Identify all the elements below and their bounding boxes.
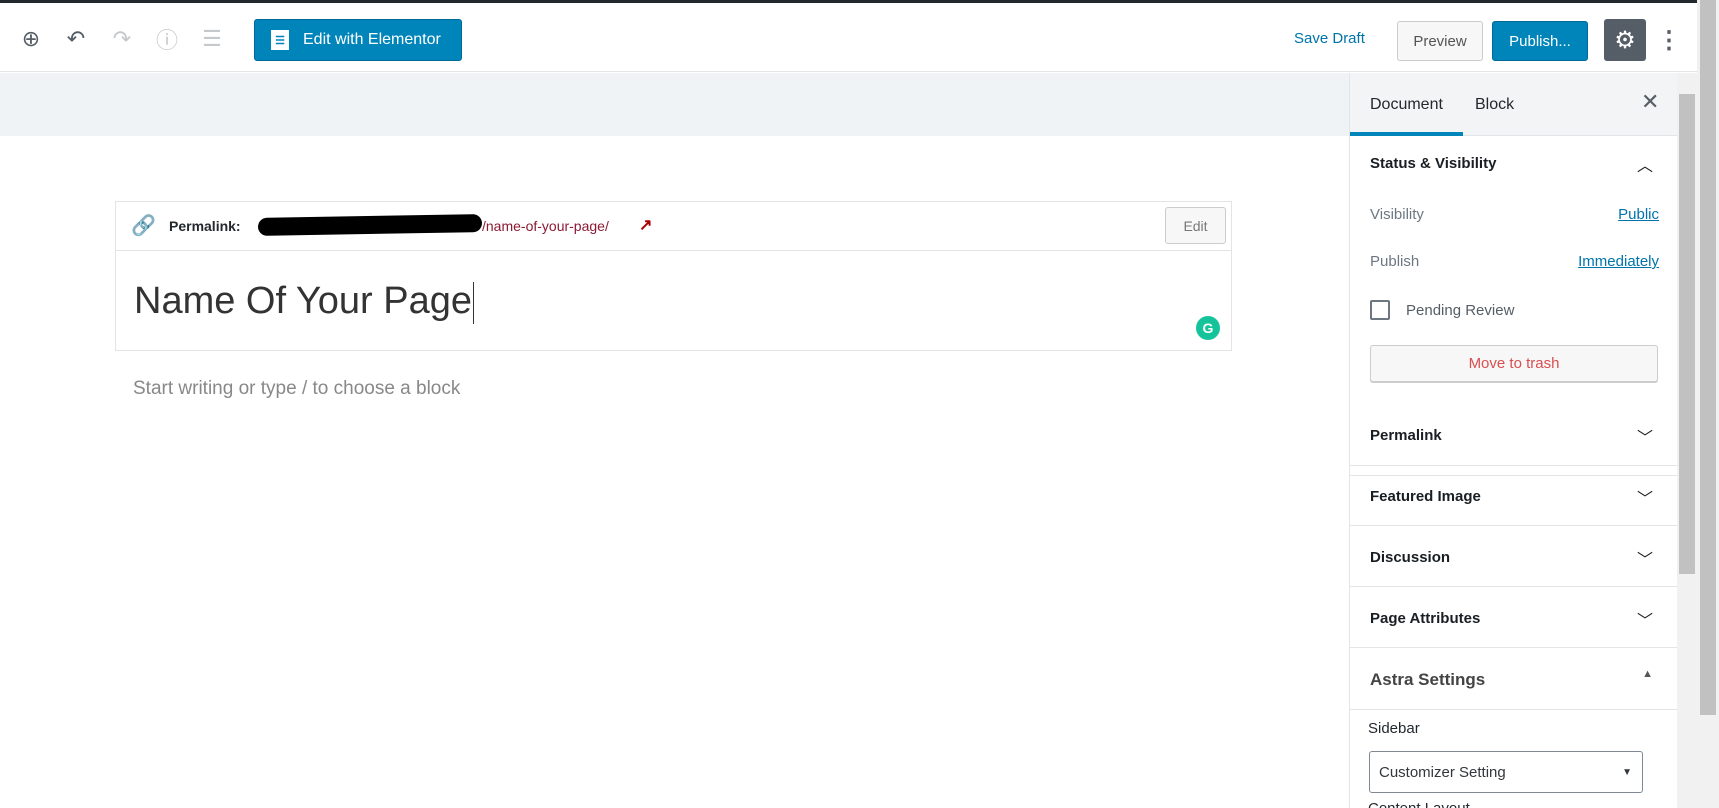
sidebar-setting-label: Sidebar	[1368, 720, 1420, 737]
panel-title: Page Attributes	[1370, 610, 1481, 627]
visibility-link[interactable]: Public	[1618, 206, 1659, 223]
permalink-label: Permalink:	[169, 218, 241, 234]
panel-title: Permalink	[1370, 427, 1442, 444]
publish-label: Publish	[1370, 253, 1420, 270]
link-icon: 🔗	[131, 215, 156, 237]
redacted-domain	[257, 214, 483, 236]
elementor-label: Edit with Elementor	[303, 31, 441, 48]
close-icon[interactable]: ✕	[1641, 89, 1659, 115]
edit-permalink-button[interactable]: Edit	[1165, 207, 1226, 244]
sidebar-scrollbar-thumb[interactable]	[1679, 94, 1695, 574]
panel-page-attributes[interactable]: Page Attributes ﹀	[1350, 587, 1677, 648]
permalink-url[interactable]: /name-of-your-page/	[482, 218, 609, 234]
sidebar-layout-select[interactable]: Customizer Setting ▼	[1369, 751, 1643, 793]
tab-document[interactable]: Document	[1350, 73, 1463, 136]
panel-astra-settings[interactable]: Astra Settings ▲	[1350, 648, 1677, 710]
save-draft-button[interactable]: Save Draft	[1294, 30, 1365, 47]
undo-icon[interactable]: ↶	[62, 25, 90, 53]
block-placeholder[interactable]: Start writing or type / to choose a bloc…	[133, 378, 460, 400]
add-block-icon[interactable]: ⊕	[17, 25, 45, 53]
panel-title: Discussion	[1370, 549, 1451, 566]
panel-permalink[interactable]: Permalink ﹀	[1350, 404, 1677, 466]
elementor-icon: ☰	[271, 30, 289, 50]
editor-header-band	[0, 73, 1349, 136]
title-block: 🔗 Permalink: /name-of-your-page/ ↗ Edit …	[115, 201, 1232, 351]
sidebar-tabs: Document Block ✕	[1350, 73, 1677, 136]
chevron-down-icon: ﹀	[1636, 613, 1653, 630]
external-link-icon[interactable]: ↗	[639, 215, 652, 235]
edit-with-elementor-button[interactable]: ☰ Edit with Elementor	[254, 19, 462, 61]
editor-toolbar: ⊕ ↶ ↷ ⓘ ☰ ☰ Edit with Elementor Save Dra…	[0, 3, 1697, 72]
move-to-trash-button[interactable]: Move to trash	[1370, 345, 1658, 382]
publish-date-link[interactable]: Immediately	[1578, 253, 1659, 270]
permalink-row: 🔗 Permalink: /name-of-your-page/ ↗ Edit	[116, 202, 1231, 251]
chevron-up-icon[interactable]: ︿	[1637, 152, 1653, 176]
page-scrollbar-thumb[interactable]	[1700, 0, 1716, 715]
chevron-down-icon: ﹀	[1636, 552, 1653, 569]
settings-gear-icon[interactable]: ⚙	[1604, 19, 1646, 61]
panel-title: Featured Image	[1370, 488, 1481, 505]
chevron-down-icon: ﹀	[1636, 430, 1653, 447]
settings-sidebar: Document Block ✕ Status & Visibility ︿ V…	[1349, 73, 1677, 808]
redo-icon[interactable]: ↷	[108, 25, 136, 53]
outline-icon[interactable]: ☰	[198, 25, 226, 53]
more-options-icon[interactable]: ⋮	[1657, 25, 1681, 55]
panel-title: Astra Settings	[1370, 670, 1486, 689]
info-icon[interactable]: ⓘ	[153, 25, 181, 53]
chevron-down-icon: ﹀	[1636, 491, 1653, 508]
panel-discussion[interactable]: Discussion ﹀	[1350, 526, 1677, 587]
triangle-up-icon: ▲	[1642, 668, 1653, 680]
content-layout-label: Content Layout	[1368, 800, 1470, 808]
dropdown-arrow-icon: ▼	[1622, 766, 1632, 778]
preview-button[interactable]: Preview	[1397, 21, 1483, 61]
select-value: Customizer Setting	[1379, 763, 1506, 781]
panel-title[interactable]: Status & Visibility	[1370, 155, 1496, 172]
tab-block[interactable]: Block	[1455, 73, 1534, 136]
pending-review-checkbox[interactable]	[1370, 300, 1390, 320]
page-title-input[interactable]: Name Of Your Page	[134, 280, 474, 324]
visibility-label: Visibility	[1370, 206, 1424, 223]
grammarly-icon[interactable]: G	[1196, 316, 1220, 340]
panel-featured-image[interactable]: Featured Image ﹀	[1350, 466, 1677, 526]
publish-button[interactable]: Publish...	[1492, 21, 1588, 61]
pending-review-label[interactable]: Pending Review	[1406, 302, 1514, 319]
